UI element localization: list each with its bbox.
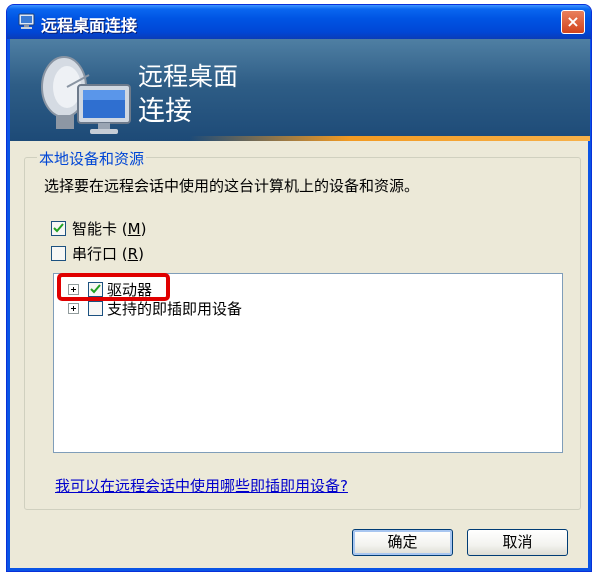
smartcard-checkbox[interactable]: 智能卡 (M) [51,218,146,239]
checkbox-box[interactable] [51,221,66,236]
highlight-annotation [57,273,170,301]
pnp-help-link[interactable]: 我可以在远程会话中使用哪些即插即用设备? [55,475,348,496]
remote-desktop-icon [18,13,35,29]
checkbox-box[interactable] [88,300,103,316]
close-button[interactable]: × [561,10,585,34]
checkmark-icon [53,223,64,233]
window-title: 远程桌面连接 [41,16,138,35]
group-description: 选择要在远程会话中使用的这台计算机上的设备和资源。 [44,177,420,195]
remote-desktop-icon [41,56,131,134]
groupbox-legend: 本地设备和资源 [37,148,147,169]
header-banner: 远程桌面 连接 [10,39,590,141]
cancel-button[interactable]: 取消 [467,529,568,556]
title-bar[interactable]: 远程桌面连接 × [7,5,591,39]
ok-button[interactable]: 确定 [352,529,453,556]
smartcard-label: 智能卡 (M) [72,220,147,238]
serial-port-label: 串行口 (R) [72,245,144,263]
banner-title-line1: 远程桌面 [138,62,239,91]
remote-desktop-dialog: 远程桌面连接 × 远程桌面 连接 本地设备和资源 选择要在远程会话中使用的这台计… [6,4,592,572]
expand-plus-icon[interactable] [68,302,79,314]
banner-title-line2: 连接 [138,96,192,127]
serial-port-checkbox[interactable]: 串行口 (R) [51,243,144,264]
banner-accent-stripe [190,136,590,141]
checkbox-box[interactable] [51,246,66,261]
close-icon: × [566,12,580,31]
